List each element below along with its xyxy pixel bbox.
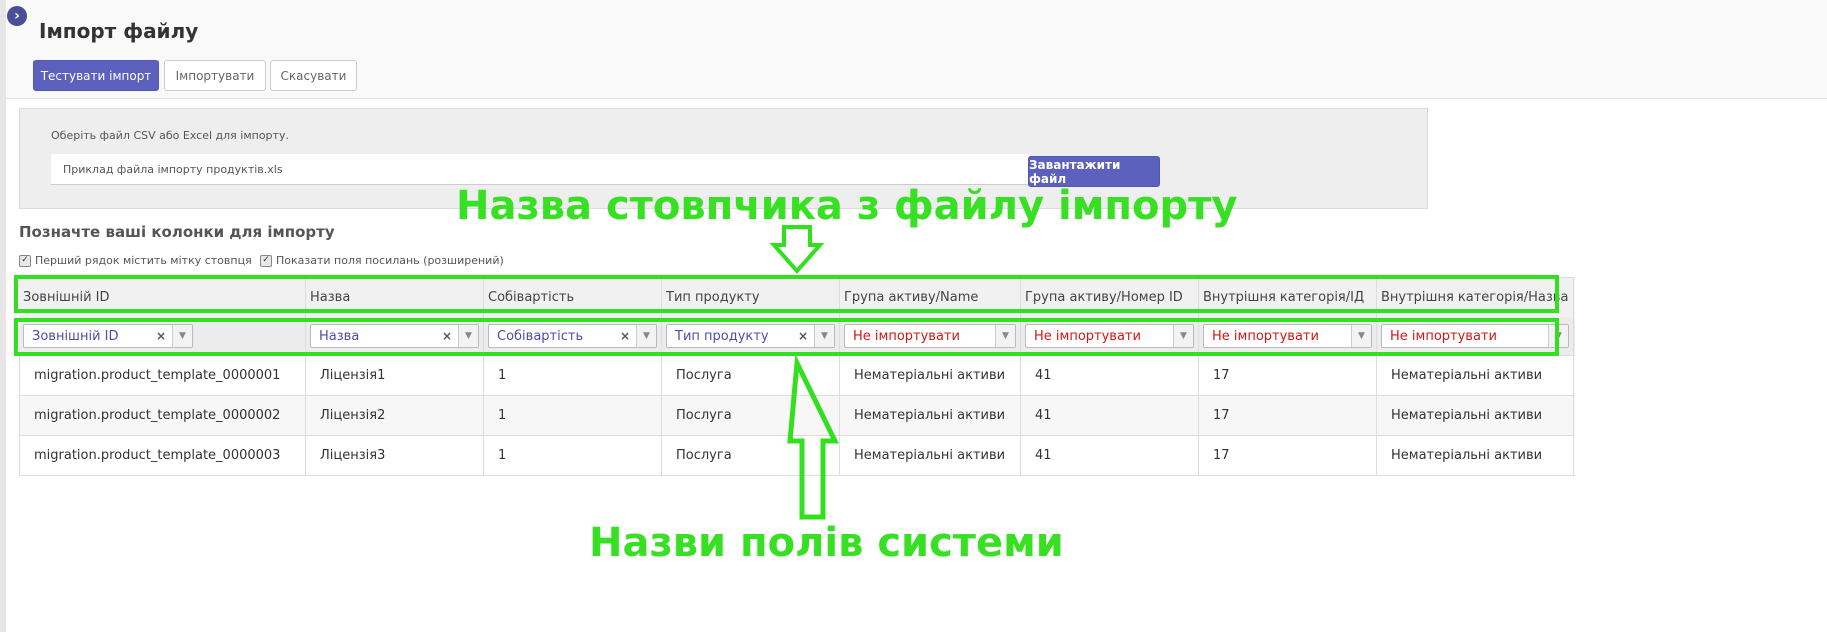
annotation-arrows <box>769 225 839 520</box>
up-arrow-icon <box>787 353 839 520</box>
down-arrow-icon <box>769 225 825 275</box>
